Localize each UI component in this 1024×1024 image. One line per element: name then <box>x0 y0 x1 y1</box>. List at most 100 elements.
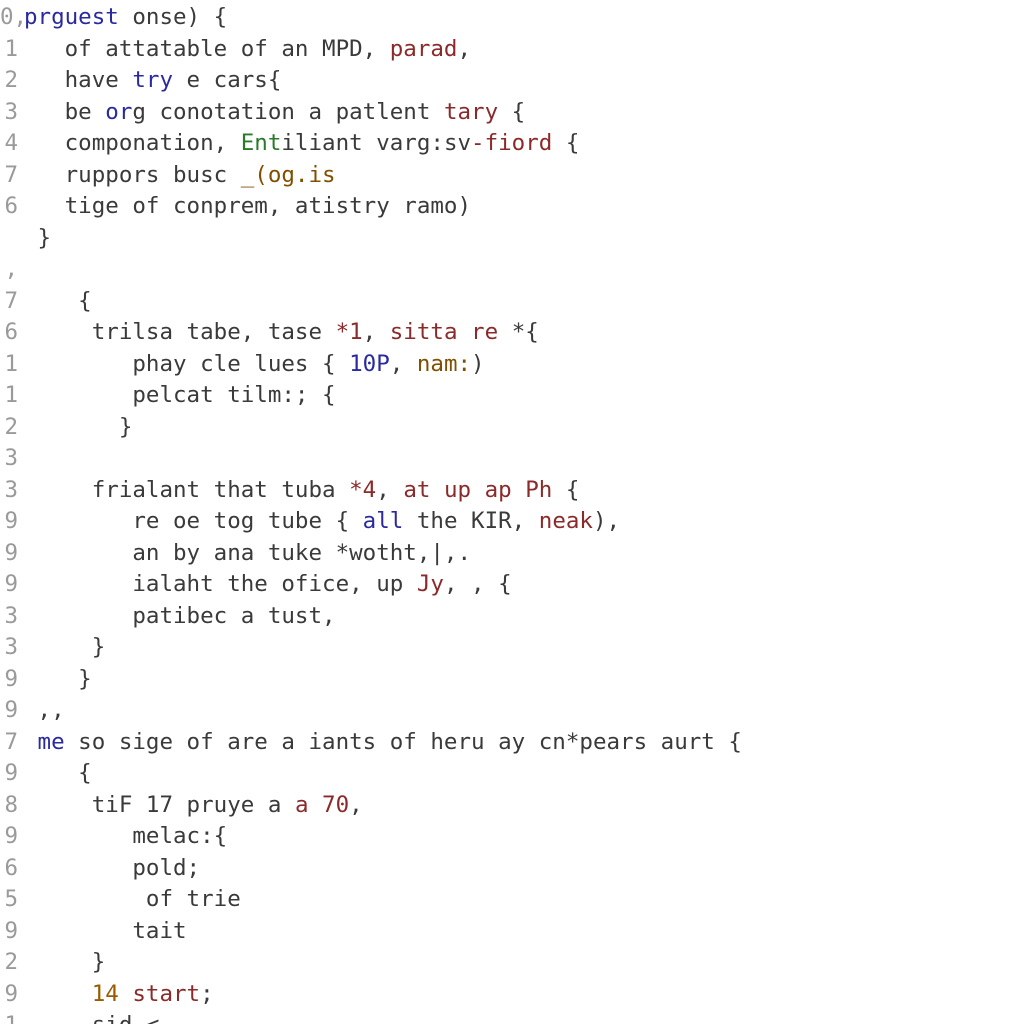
code-line[interactable]: prguest onse) { <box>24 2 1024 34</box>
code-token: tige of conprem, atistry ramo) <box>65 193 471 219</box>
code-token: , <box>390 351 417 377</box>
code-line[interactable]: ,, <box>24 695 1024 727</box>
code-line[interactable]: phay cle lues { 10P, nam:) <box>24 349 1024 381</box>
code-token: onse) { <box>119 4 227 30</box>
code-line[interactable]: of attatable of an MPD, parad, <box>24 34 1024 66</box>
code-line[interactable]: 14 start; <box>24 979 1024 1011</box>
code-token: componation, <box>65 130 241 156</box>
line-number: 2 <box>0 947 18 979</box>
code-token: at up ap Ph <box>403 477 552 503</box>
code-line[interactable]: } <box>24 947 1024 979</box>
code-token: sitta re <box>390 319 512 345</box>
line-number: 2 <box>0 65 18 97</box>
code-token: iliant varg:sv <box>281 130 471 156</box>
code-token <box>65 981 92 1007</box>
line-number: 9 <box>0 758 18 790</box>
code-line[interactable]: { <box>24 758 1024 790</box>
code-token: , <box>363 319 390 345</box>
line-number: 8 <box>0 790 18 822</box>
code-token: of attatable of an MPD, <box>65 36 390 62</box>
code-token: , , { <box>444 571 512 597</box>
code-line[interactable] <box>24 254 1024 286</box>
code-line[interactable] <box>24 443 1024 475</box>
line-number: 0, <box>0 2 18 34</box>
code-token: tiF 17 pruye a <box>65 792 295 818</box>
code-token: { <box>65 288 92 314</box>
code-line[interactable]: } <box>24 412 1024 444</box>
line-number: 9 <box>0 979 18 1011</box>
code-token: } <box>105 414 132 440</box>
code-token: } <box>24 225 51 251</box>
code-token: _(og.is <box>241 162 336 188</box>
code-token: -fiord <box>471 130 552 156</box>
line-number: 6 <box>0 191 18 223</box>
code-line[interactable]: be org conotation a patlent tary { <box>24 97 1024 129</box>
code-token: ialaht the ofice, up <box>105 571 417 597</box>
code-token: , <box>457 36 471 62</box>
code-token: tary <box>444 99 498 125</box>
code-line[interactable]: trilsa tabe, tase *1, sitta re *{ <box>24 317 1024 349</box>
code-token: , <box>376 477 403 503</box>
code-token <box>24 729 38 755</box>
code-line[interactable]: me so sige of are a iants of heru ay cn*… <box>24 727 1024 759</box>
code-line[interactable]: tige of conprem, atistry ramo) <box>24 191 1024 223</box>
code-line[interactable]: { <box>24 286 1024 318</box>
code-token: } <box>65 666 92 692</box>
code-token: start <box>132 981 200 1007</box>
code-line[interactable]: tiF 17 pruye a a 70, <box>24 790 1024 822</box>
code-line[interactable]: componation, Entiliant varg:sv-fiord { <box>24 128 1024 160</box>
line-number: 9 <box>0 569 18 601</box>
code-line[interactable]: sid < <box>24 1010 1024 1024</box>
code-token: { <box>552 130 579 156</box>
line-number: 3 <box>0 632 18 664</box>
code-line[interactable]: an by ana tuke *wotht,|,. <box>24 538 1024 570</box>
code-editor[interactable]: 0,123476,761123399933997989659291 prgues… <box>0 0 1024 1024</box>
code-token: *4 <box>349 477 376 503</box>
code-token: an by ana tuke *wotht,|,. <box>105 540 471 566</box>
code-token: me <box>38 729 65 755</box>
code-line[interactable]: pold; <box>24 853 1024 885</box>
line-number: 9 <box>0 664 18 696</box>
code-token <box>119 981 133 1007</box>
code-token: *1 <box>336 319 363 345</box>
code-line[interactable]: frialant that tuba *4, at up ap Ph { <box>24 475 1024 507</box>
code-token: try <box>132 67 173 93</box>
code-token: g conotation a patlent <box>132 99 444 125</box>
code-line[interactable]: melac:{ <box>24 821 1024 853</box>
code-token: have <box>65 67 133 93</box>
code-token: prguest <box>24 4 119 30</box>
code-line[interactable]: } <box>24 632 1024 664</box>
line-number: 9 <box>0 695 18 727</box>
code-token: pelcat tilm:; { <box>105 382 335 408</box>
code-token: ,, <box>24 697 65 723</box>
code-token: trilsa tabe, tase <box>65 319 336 345</box>
code-token: *{ <box>512 319 539 345</box>
line-number: 9 <box>0 916 18 948</box>
code-line[interactable]: of trie <box>24 884 1024 916</box>
code-line[interactable]: tait <box>24 916 1024 948</box>
line-number: 7 <box>0 160 18 192</box>
code-token: or <box>105 99 132 125</box>
line-number: 1 <box>0 380 18 412</box>
line-number: 1 <box>0 34 18 66</box>
line-number: 3 <box>0 601 18 633</box>
code-token: all <box>363 508 404 534</box>
code-line[interactable]: pelcat tilm:; { <box>24 380 1024 412</box>
code-token: { <box>65 760 92 786</box>
code-content[interactable]: prguest onse) { of attatable of an MPD, … <box>24 2 1024 1024</box>
code-token: ) <box>471 351 485 377</box>
code-token: ), <box>593 508 620 534</box>
code-token: the KIR, <box>403 508 538 534</box>
code-line[interactable]: patibec a tust, <box>24 601 1024 633</box>
line-number: 9 <box>0 506 18 538</box>
code-token: neak <box>539 508 593 534</box>
code-line[interactable]: re oe tog tube { all the KIR, neak), <box>24 506 1024 538</box>
line-number: 6 <box>0 317 18 349</box>
line-number: 9 <box>0 821 18 853</box>
code-line[interactable]: ruppors busc _(og.is <box>24 160 1024 192</box>
code-line[interactable]: } <box>24 223 1024 255</box>
code-line[interactable]: } <box>24 664 1024 696</box>
code-line[interactable]: have try e cars{ <box>24 65 1024 97</box>
code-line[interactable]: ialaht the ofice, up Jy, , { <box>24 569 1024 601</box>
code-token: { <box>498 99 525 125</box>
